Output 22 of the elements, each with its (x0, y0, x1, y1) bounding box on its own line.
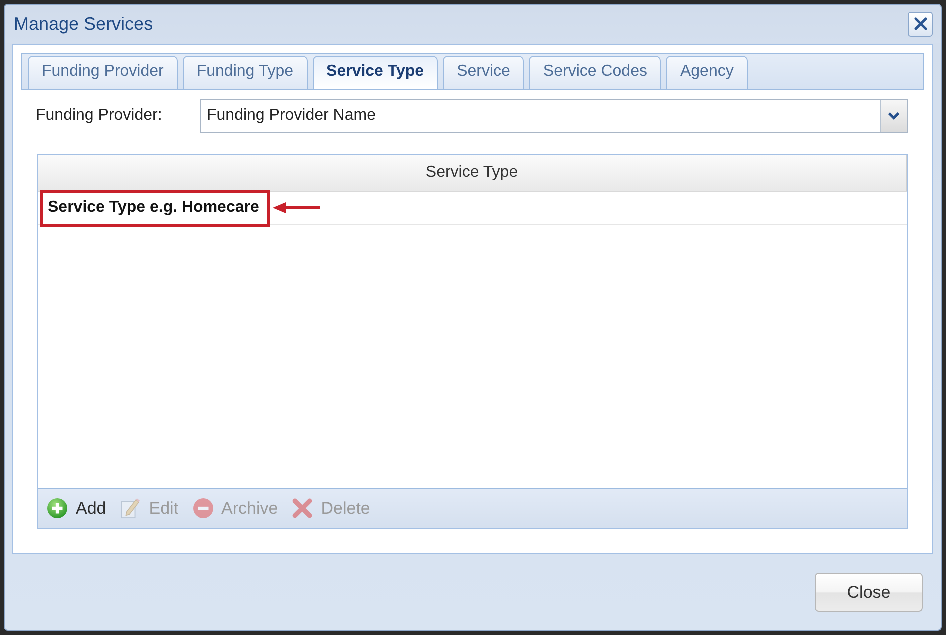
notepad-pencil-icon (120, 498, 142, 519)
tab[interactable]: Funding Type (182, 56, 308, 89)
table-cell: Service Type e.g. Homecare (48, 199, 260, 217)
plus-circle-icon (47, 498, 68, 519)
tab[interactable]: Service Type (312, 56, 438, 89)
column-header: Service Type (38, 155, 907, 191)
cross-icon (292, 498, 314, 519)
close-button[interactable] (908, 12, 933, 36)
tab[interactable]: Funding Provider (28, 56, 178, 89)
close-icon (914, 17, 928, 31)
minus-circle-icon (192, 498, 214, 519)
field-label: Funding Provider: (36, 106, 164, 124)
left-arrow-icon (273, 202, 322, 214)
close-dialog-button[interactable]: Close (815, 573, 923, 612)
tab[interactable]: Service (443, 56, 524, 89)
tab[interactable]: Service Codes (529, 56, 662, 89)
add-button[interactable]: Add (47, 498, 106, 519)
dropdown-arrow-button[interactable] (880, 100, 907, 132)
tab[interactable]: Agency (666, 56, 748, 89)
chevron-down-icon (888, 112, 900, 120)
dropdown-field[interactable]: Funding Provider Name (200, 98, 908, 132)
window-title: Manage Services (14, 14, 154, 34)
